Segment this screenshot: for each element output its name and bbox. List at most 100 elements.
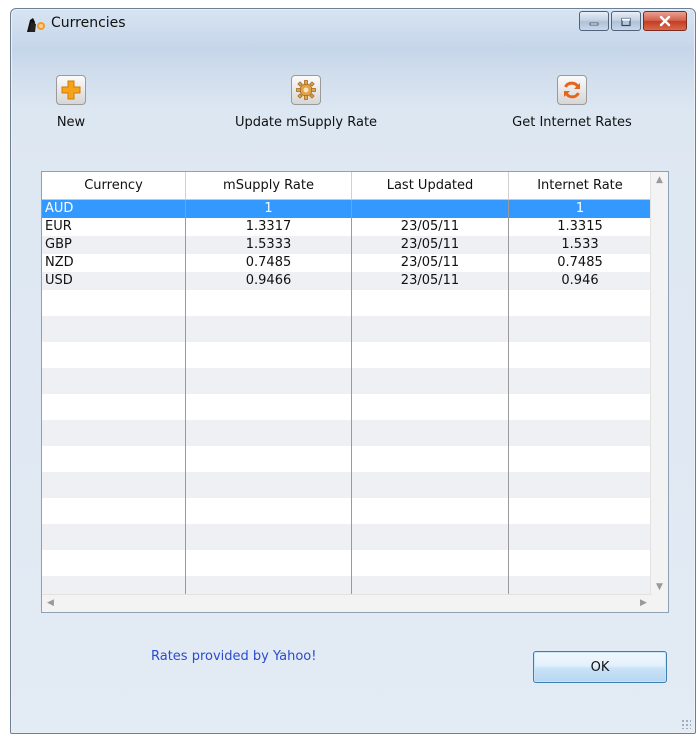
new-label: New: [56, 115, 86, 130]
table-row[interactable]: USD 0.9466 23/05/11 0.946: [42, 272, 652, 290]
cell-internet-rate: 0.7485: [509, 254, 652, 272]
empty-cell: [352, 290, 509, 316]
plus-icon: [56, 75, 86, 105]
empty-cell: [186, 290, 352, 316]
empty-cell: [42, 550, 186, 576]
empty-cell: [186, 498, 352, 524]
empty-cell: [186, 576, 352, 594]
minimize-button[interactable]: [579, 11, 609, 31]
empty-cell: [186, 368, 352, 394]
ok-button[interactable]: OK: [533, 651, 667, 683]
scroll-right-icon[interactable]: ▶: [635, 595, 652, 612]
cell-currency: AUD: [42, 200, 186, 218]
column-header-msupply-rate[interactable]: mSupply Rate: [186, 172, 352, 199]
empty-cell: [42, 368, 186, 394]
empty-cell: [352, 316, 509, 342]
empty-cell: [186, 446, 352, 472]
cell-currency: EUR: [42, 218, 186, 236]
cell-internet-rate: 1.3315: [509, 218, 652, 236]
empty-cell: [186, 550, 352, 576]
empty-cell: [42, 524, 186, 550]
cell-last-updated: [352, 200, 509, 218]
empty-cell: [509, 472, 652, 498]
table-header: Currency mSupply Rate Last Updated Inter…: [42, 172, 652, 200]
empty-cell: [42, 576, 186, 594]
cell-msupply-rate: 1.3317: [186, 218, 352, 236]
empty-row: [42, 524, 652, 550]
empty-cell: [509, 524, 652, 550]
scroll-left-icon[interactable]: ◀: [42, 595, 59, 612]
empty-cell: [509, 342, 652, 368]
empty-cell: [186, 342, 352, 368]
minimize-icon: [588, 12, 600, 31]
caption-buttons: [577, 11, 687, 33]
window-title: Currencies: [51, 15, 126, 31]
cell-currency: GBP: [42, 236, 186, 254]
cell-currency: NZD: [42, 254, 186, 272]
cell-last-updated: 23/05/11: [352, 254, 509, 272]
empty-cell: [509, 550, 652, 576]
empty-cell: [186, 420, 352, 446]
empty-cell: [509, 446, 652, 472]
column-header-internet-rate[interactable]: Internet Rate: [509, 172, 652, 199]
empty-row: [42, 316, 652, 342]
empty-cell: [352, 472, 509, 498]
empty-cell: [509, 498, 652, 524]
empty-cell: [509, 394, 652, 420]
maximize-button[interactable]: [611, 11, 641, 31]
empty-cell: [509, 290, 652, 316]
empty-cell: [186, 524, 352, 550]
currencies-window: Currencies New Update mSupply Rate Get I…: [10, 8, 696, 734]
maximize-icon: [620, 12, 632, 31]
scroll-down-icon[interactable]: ▼: [651, 579, 668, 596]
empty-row: [42, 342, 652, 368]
msupply-app-icon: [25, 16, 47, 34]
cell-last-updated: 23/05/11: [352, 272, 509, 290]
empty-cell: [352, 368, 509, 394]
table-row[interactable]: NZD 0.7485 23/05/11 0.7485: [42, 254, 652, 272]
horizontal-scrollbar[interactable]: ◀ ▶: [42, 594, 652, 612]
empty-row: [42, 446, 652, 472]
empty-cell: [186, 472, 352, 498]
cell-internet-rate: 1.533: [509, 236, 652, 254]
empty-cell: [509, 420, 652, 446]
update-label: Update mSupply Rate: [234, 115, 378, 130]
empty-cell: [42, 472, 186, 498]
empty-cell: [42, 290, 186, 316]
update-msupply-rate-button[interactable]: Update mSupply Rate: [221, 75, 391, 130]
empty-cell: [42, 342, 186, 368]
gear-icon: [291, 75, 321, 105]
cell-msupply-rate: 1.5333: [186, 236, 352, 254]
empty-cell: [352, 576, 509, 594]
empty-row: [42, 472, 652, 498]
internet-label: Get Internet Rates: [512, 115, 632, 130]
cell-internet-rate: 1: [509, 200, 652, 218]
title-bar[interactable]: Currencies: [11, 9, 695, 39]
column-header-currency[interactable]: Currency: [42, 172, 186, 199]
empty-cell: [509, 368, 652, 394]
empty-cell: [352, 498, 509, 524]
empty-cell: [509, 576, 652, 594]
empty-row: [42, 394, 652, 420]
scroll-up-icon[interactable]: ▲: [651, 172, 668, 189]
table-row[interactable]: EUR 1.3317 23/05/11 1.3315: [42, 218, 652, 236]
empty-cell: [352, 342, 509, 368]
cell-internet-rate: 0.946: [509, 272, 652, 290]
yahoo-credit-link[interactable]: Rates provided by Yahoo!: [151, 649, 316, 664]
column-header-last-updated[interactable]: Last Updated: [352, 172, 509, 199]
vertical-scrollbar[interactable]: ▲ ▼: [650, 172, 668, 596]
resize-grip-icon[interactable]: [681, 719, 691, 729]
cell-last-updated: 23/05/11: [352, 218, 509, 236]
empty-row: [42, 576, 652, 594]
empty-row: [42, 368, 652, 394]
empty-cell: [186, 394, 352, 420]
empty-row: [42, 550, 652, 576]
close-icon: [658, 12, 672, 31]
table-row[interactable]: GBP 1.5333 23/05/11 1.533: [42, 236, 652, 254]
empty-cell: [352, 550, 509, 576]
close-button[interactable]: [643, 11, 687, 31]
new-button[interactable]: New: [41, 75, 101, 130]
get-internet-rates-button[interactable]: Get Internet Rates: [497, 75, 647, 130]
empty-cell: [42, 394, 186, 420]
table-row[interactable]: AUD 1 1: [42, 200, 652, 218]
